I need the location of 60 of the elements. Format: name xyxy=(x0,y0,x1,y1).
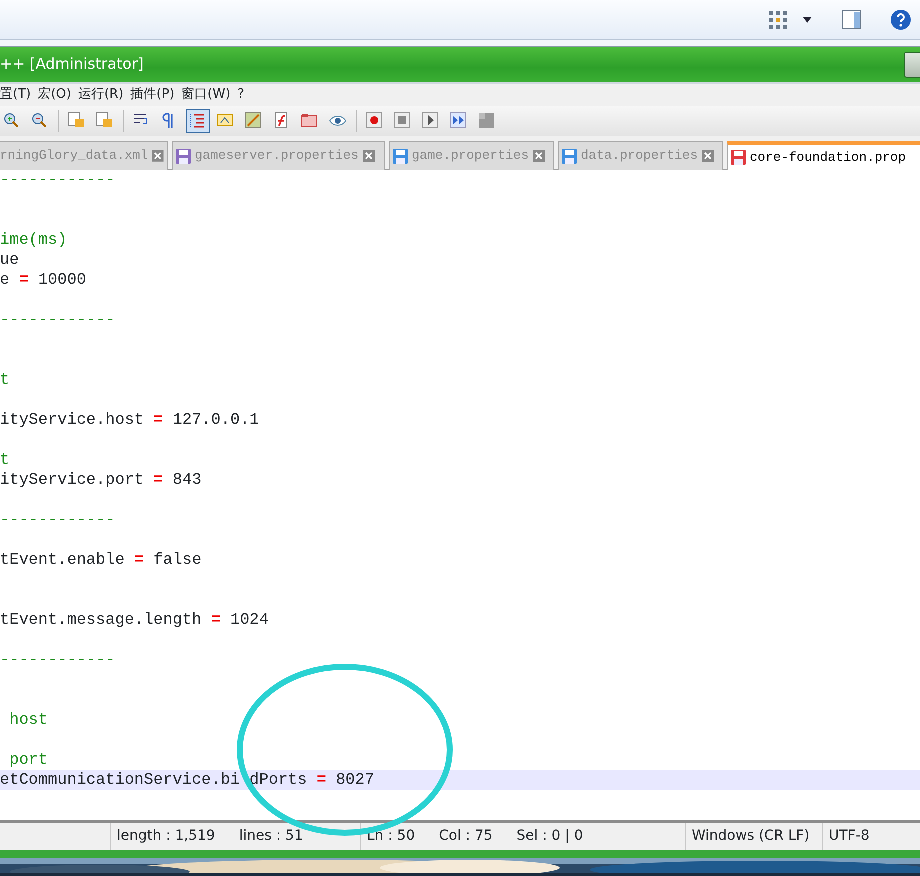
equals-sign: = xyxy=(316,771,326,789)
status-text: Windows (CR LF) xyxy=(692,827,810,846)
menu-item[interactable]: ? xyxy=(238,85,252,105)
property-key: tEvent.enable xyxy=(0,551,125,569)
code-comment: t xyxy=(0,371,10,389)
equals-sign: = xyxy=(134,551,144,569)
zoom-out-icon xyxy=(31,112,49,130)
tab[interactable]: core-foundation.prop xyxy=(727,141,920,170)
property-key: etCommunicationService.bi xyxy=(0,771,240,789)
pane-icon[interactable] xyxy=(842,10,862,30)
stop-icon xyxy=(394,112,412,130)
folder-icon xyxy=(301,112,319,130)
property-value: 127.0.0.1 xyxy=(172,411,260,429)
help-icon[interactable] xyxy=(890,8,912,30)
caret-icon[interactable] xyxy=(803,16,812,22)
status-text: Sel : 0 | 0 xyxy=(516,827,584,846)
code-comment: ------------ xyxy=(0,511,116,529)
status-text: length : 1,519 xyxy=(117,827,216,846)
code-text: ue xyxy=(0,251,20,269)
code-comment: port xyxy=(8,751,48,769)
indent-guide-icon xyxy=(189,112,207,130)
equals-sign: = xyxy=(154,471,164,489)
code-comment: t xyxy=(0,451,10,469)
play-icon xyxy=(422,112,440,130)
status-text: Col : 75 xyxy=(439,827,493,846)
equals-sign: = xyxy=(19,271,29,289)
property-key: e xyxy=(0,271,10,289)
menu-item[interactable]: 宏(O) xyxy=(38,85,78,105)
close-icon[interactable] xyxy=(362,150,375,162)
property-key: dPorts xyxy=(250,771,308,789)
close-icon[interactable] xyxy=(533,150,546,162)
property-value: 1024 xyxy=(230,611,269,629)
window-title: ++ [Administrator] xyxy=(0,54,144,76)
property-key: ityService.port xyxy=(0,471,144,489)
minimize-button[interactable] xyxy=(904,52,920,78)
view-grid-icon[interactable] xyxy=(769,10,787,28)
property-value: 10000 xyxy=(38,271,86,289)
code-comment: ------------ xyxy=(0,171,116,189)
code-comment: ime(ms) xyxy=(0,231,68,249)
property-key: tEvent.message.length xyxy=(0,611,202,629)
code-comment: ------------ xyxy=(0,311,116,329)
zoom-in-icon xyxy=(3,112,21,130)
property-value: 8027 xyxy=(336,771,374,789)
property-value: 843 xyxy=(172,471,202,489)
menu-item[interactable]: 运行(R) xyxy=(78,85,131,105)
status-text: UTF-8 xyxy=(829,827,870,846)
record-icon xyxy=(366,112,384,130)
equals-sign: = xyxy=(211,611,221,629)
menu-item[interactable]: 置(T) xyxy=(0,85,38,105)
menu-item[interactable]: 插件(P) xyxy=(130,85,182,105)
property-value: false xyxy=(154,551,202,569)
code-comment: ------------ xyxy=(0,651,116,669)
close-icon[interactable] xyxy=(152,150,164,162)
code-comment: host xyxy=(8,711,48,729)
status-text: lines : 51 xyxy=(239,827,304,846)
fast-forward-icon xyxy=(450,112,468,130)
property-key: ityService.host xyxy=(0,411,144,429)
close-icon[interactable] xyxy=(702,150,714,162)
menu-item[interactable]: 窗口(W) xyxy=(182,85,238,105)
equals-sign: = xyxy=(154,411,164,429)
